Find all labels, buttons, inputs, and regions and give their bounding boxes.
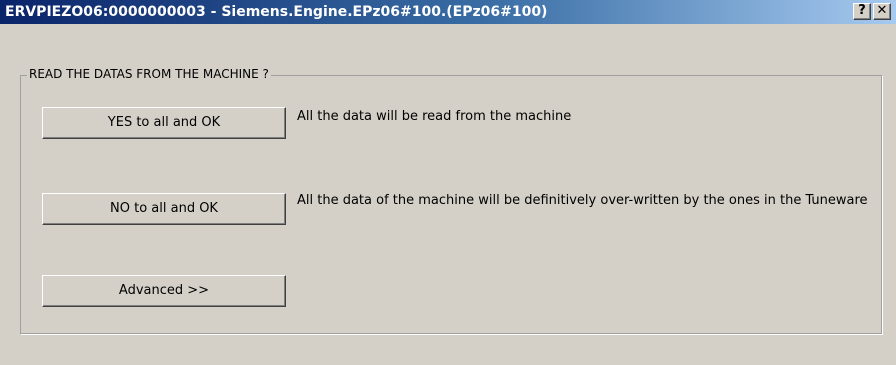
close-icon: ✕ [876, 3, 888, 18]
no-description: All the data of the machine will be defi… [297, 193, 868, 208]
dialog-window: ERVPIEZO06:0000000003 - Siemens.Engine.E… [0, 0, 896, 365]
help-icon: ? [858, 3, 866, 18]
help-button[interactable]: ? [853, 3, 871, 20]
groupbox-label: READ THE DATAS FROM THE MACHINE ? [27, 66, 271, 82]
title-bar[interactable]: ERVPIEZO06:0000000003 - Siemens.Engine.E… [0, 0, 896, 24]
advanced-button[interactable]: Advanced >> [42, 275, 286, 307]
close-button[interactable]: ✕ [873, 3, 891, 20]
yes-description: All the data will be read from the machi… [297, 109, 572, 124]
no-to-all-button[interactable]: NO to all and OK [42, 193, 286, 225]
yes-to-all-button[interactable]: YES to all and OK [42, 107, 286, 139]
window-title: ERVPIEZO06:0000000003 - Siemens.Engine.E… [5, 4, 548, 20]
